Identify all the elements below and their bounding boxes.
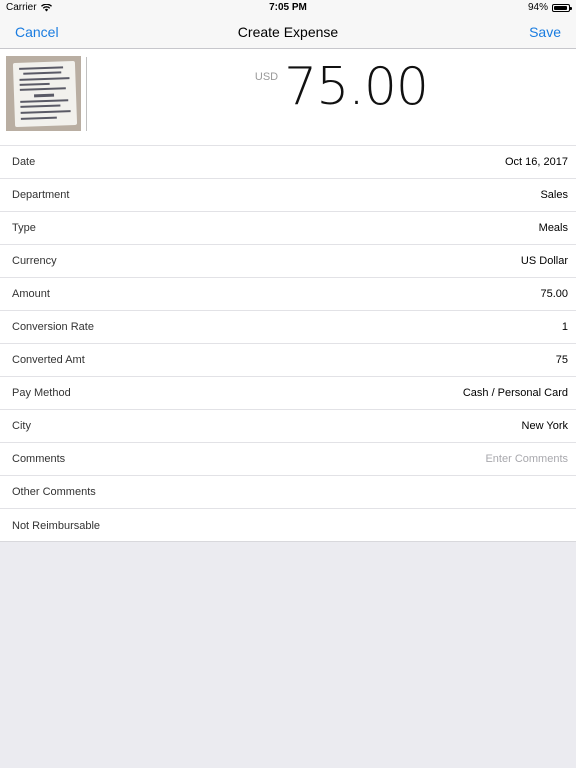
- status-bar: Carrier 7:05 PM 94%: [0, 0, 576, 16]
- field-label: Pay Method: [12, 387, 71, 399]
- field-row-date[interactable]: Date Oct 16, 2017: [0, 146, 576, 179]
- field-row-other-comments[interactable]: Other Comments: [0, 476, 576, 509]
- field-label: Comments: [12, 453, 66, 465]
- field-row-city[interactable]: City New York: [0, 410, 576, 443]
- amount-value: 75.00: [284, 57, 429, 117]
- field-label: Converted Amt: [12, 354, 85, 366]
- field-row-not-reimbursable[interactable]: Not Reimbursable: [0, 509, 576, 542]
- field-row-converted-amt: Converted Amt 75: [0, 344, 576, 377]
- field-row-conversion-rate[interactable]: Conversion Rate 1: [0, 311, 576, 344]
- field-label: Type: [12, 222, 36, 234]
- expense-form: USD 75.00 Date Oct 16, 2017 Department S…: [0, 49, 576, 542]
- navigation-bar: Cancel Create Expense Save: [0, 16, 576, 49]
- field-label: City: [12, 420, 31, 432]
- page-title: Create Expense: [237, 24, 339, 40]
- receipt-paper-image: [12, 60, 78, 128]
- save-button[interactable]: Save: [529, 24, 561, 40]
- field-label: Conversion Rate: [12, 321, 94, 333]
- field-value: New York: [521, 420, 568, 432]
- field-row-type[interactable]: Type Meals: [0, 212, 576, 245]
- battery-status: 94%: [527, 2, 572, 13]
- field-value: Oct 16, 2017: [505, 156, 568, 168]
- field-label: Not Reimbursable: [12, 519, 101, 532]
- comments-input[interactable]: [418, 453, 568, 465]
- field-row-pay-method[interactable]: Pay Method Cash / Personal Card: [0, 377, 576, 410]
- field-value: 1: [561, 321, 568, 333]
- field-value: 75: [555, 354, 568, 366]
- field-value: Cash / Personal Card: [462, 387, 568, 399]
- battery-fill: [554, 5, 568, 10]
- amount-display[interactable]: USD 75.00: [254, 57, 429, 117]
- field-label: Other Comments: [12, 486, 96, 498]
- field-row-comments[interactable]: Comments: [0, 443, 576, 476]
- field-value: Sales: [540, 189, 568, 201]
- field-row-amount[interactable]: Amount 75.00: [0, 278, 576, 311]
- header-divider: [86, 57, 87, 131]
- field-row-department[interactable]: Department Sales: [0, 179, 576, 212]
- clock: 7:05 PM: [269, 2, 307, 13]
- receipt-thumbnail[interactable]: [6, 56, 81, 131]
- field-label: Date: [12, 156, 36, 168]
- expense-header: USD 75.00: [0, 49, 576, 146]
- field-value: 75.00: [540, 288, 568, 300]
- field-value: Meals: [538, 222, 568, 234]
- field-value: US Dollar: [520, 255, 568, 267]
- field-label: Department: [12, 189, 70, 201]
- field-row-currency[interactable]: Currency US Dollar: [0, 245, 576, 278]
- field-label: Amount: [12, 288, 50, 300]
- field-label: Currency: [12, 255, 57, 267]
- currency-code: USD: [254, 71, 279, 83]
- battery-percent: 94%: [527, 2, 548, 13]
- battery-icon: [552, 3, 572, 12]
